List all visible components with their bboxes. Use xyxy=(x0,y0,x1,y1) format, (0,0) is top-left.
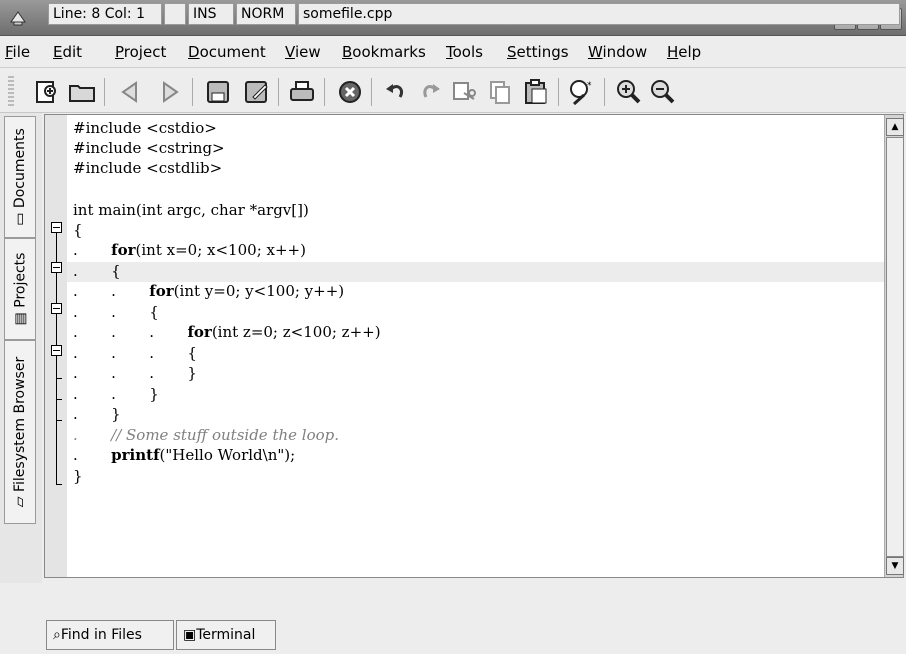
keyword: for xyxy=(111,241,136,259)
print-icon[interactable] xyxy=(286,76,318,108)
fold-line xyxy=(56,233,57,262)
code-line: . . } xyxy=(73,385,159,403)
code-line: . . . for(int z=0; z<100; z++) xyxy=(73,323,381,341)
code-line: } xyxy=(73,467,83,485)
code-line: int main(int argc, char *argv[]) xyxy=(73,201,309,219)
new-document-icon[interactable] xyxy=(30,76,62,108)
code-line: #include <cstdlib> xyxy=(73,159,223,177)
status-bar xyxy=(44,580,904,608)
zoom-out-icon[interactable] xyxy=(646,76,678,108)
menu-project[interactable]: Project xyxy=(115,43,166,61)
fold-toggle-main[interactable] xyxy=(51,222,62,233)
keyword: for xyxy=(149,282,174,300)
fold-line xyxy=(56,314,57,345)
vertical-scrollbar[interactable]: ▲ ▼ xyxy=(884,115,904,577)
code-line-comment: . // Some stuff outside the loop. xyxy=(73,426,340,444)
insert-mode[interactable]: INS xyxy=(188,3,234,25)
tab-find-in-files-label: Find in Files xyxy=(60,627,142,643)
projects-icon: ▤ xyxy=(12,307,29,326)
scroll-up-button[interactable]: ▲ xyxy=(886,118,904,136)
forward-arrow-icon[interactable] xyxy=(154,76,186,108)
find-icon[interactable]: * xyxy=(566,76,598,108)
code-line: #include <cstdio> xyxy=(73,119,217,137)
code-line: . . { xyxy=(73,303,159,321)
menu-view[interactable]: View xyxy=(285,43,321,61)
scrollbar-thumb[interactable] xyxy=(886,137,904,557)
code-line: . . for(int y=0; y<100; y++) xyxy=(73,282,345,300)
code-line: . { xyxy=(73,262,121,280)
keyword: printf xyxy=(111,446,160,464)
menu-edit[interactable]: Edit xyxy=(53,43,82,61)
tab-filesystem-browser[interactable]: ▱ Filesystem Browser xyxy=(4,340,36,524)
current-line-highlight xyxy=(67,262,884,282)
fold-end-tick xyxy=(56,399,62,400)
toolbar-handle[interactable] xyxy=(8,76,14,108)
fold-toggle-y[interactable] xyxy=(51,303,62,314)
documents-icon: ▭ xyxy=(12,208,29,226)
code-line: . for(int x=0; x<100; x++) xyxy=(73,241,306,259)
paste-icon[interactable] xyxy=(520,76,552,108)
close-document-icon[interactable] xyxy=(334,76,366,108)
tab-find-in-files[interactable]: ⌕ Find in Files xyxy=(46,620,174,650)
code-line: . . . } xyxy=(73,364,197,382)
svg-text:*: * xyxy=(587,81,592,91)
code-line: . . . { xyxy=(73,344,197,362)
fold-end-tick xyxy=(56,484,62,485)
menu-bookmarks[interactable]: Bookmarks xyxy=(342,43,426,61)
fold-end-tick xyxy=(56,420,62,421)
menu-document[interactable]: Document xyxy=(188,43,266,61)
undo-icon[interactable] xyxy=(380,76,412,108)
selection-mode[interactable]: NORM xyxy=(236,3,296,25)
tab-terminal[interactable]: ▣ Terminal xyxy=(176,620,276,650)
modified-indicator xyxy=(164,3,186,25)
menu-tools[interactable]: Tools xyxy=(446,43,483,61)
back-arrow-icon[interactable] xyxy=(114,76,146,108)
tab-projects-label: Projects xyxy=(12,252,29,308)
fold-toggle-z[interactable] xyxy=(51,345,62,356)
save-as-icon[interactable] xyxy=(240,76,272,108)
menu-help[interactable]: Help xyxy=(667,43,701,61)
tab-documents-label: Documents xyxy=(12,128,29,209)
folder-icon: ▱ xyxy=(12,492,29,508)
open-folder-icon[interactable] xyxy=(66,76,98,108)
cut-icon[interactable] xyxy=(448,76,480,108)
menu-file[interactable]: File xyxy=(5,43,30,61)
status-filename: somefile.cpp xyxy=(298,3,900,25)
menu-settings[interactable]: Settings xyxy=(507,43,569,61)
find-in-files-icon: ⌕ xyxy=(53,627,61,643)
redo-icon[interactable] xyxy=(414,76,446,108)
tab-terminal-label: Terminal xyxy=(196,627,256,643)
fold-line xyxy=(56,273,57,303)
keyword: for xyxy=(187,323,212,341)
code-line: #include <cstring> xyxy=(73,139,225,157)
tab-filesystem-label: Filesystem Browser xyxy=(12,356,29,493)
scroll-down-button[interactable]: ▼ xyxy=(886,557,904,575)
code-line: . } xyxy=(73,405,121,423)
tab-documents[interactable]: ▭ Documents xyxy=(4,116,36,238)
fold-toggle-x[interactable] xyxy=(51,262,62,273)
menu-window[interactable]: Window xyxy=(588,43,647,61)
fold-end-tick xyxy=(56,378,62,379)
cursor-position: Line: 8 Col: 1 xyxy=(48,3,162,25)
tab-projects[interactable]: ▤ Projects xyxy=(4,238,36,340)
copy-icon[interactable] xyxy=(484,76,516,108)
zoom-in-icon[interactable] xyxy=(612,76,644,108)
code-line: . printf("Hello World\n"); xyxy=(73,446,296,464)
code-line: { xyxy=(73,221,83,239)
terminal-icon: ▣ xyxy=(183,627,197,643)
save-icon[interactable] xyxy=(202,76,234,108)
code-editor[interactable]: #include <cstdio> #include <cstring> #in… xyxy=(67,115,884,577)
